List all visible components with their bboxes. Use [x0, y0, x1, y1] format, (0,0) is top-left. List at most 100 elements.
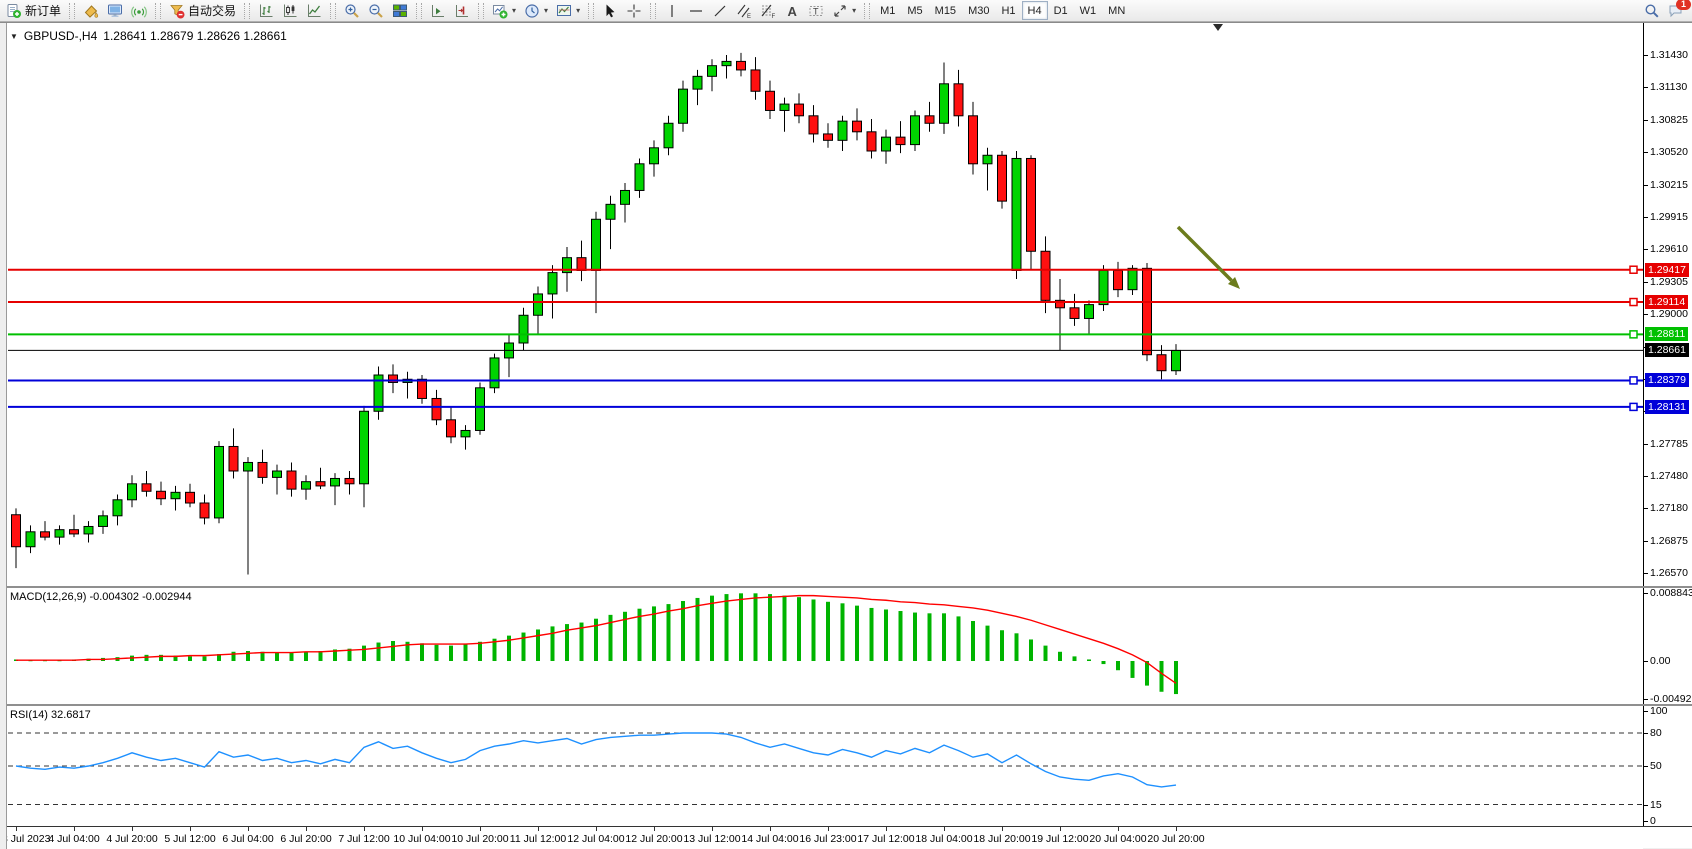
chart-shift-button[interactable] [450, 0, 474, 22]
price-level-badge: 1.28661 [1645, 343, 1689, 357]
price-axis-tick [1644, 541, 1648, 542]
notification-count-badge: 1 [1676, 0, 1691, 10]
time-axis-tick [770, 827, 771, 831]
time-axis[interactable]: 3 Jul 20234 Jul 04:004 Jul 20:005 Jul 12… [0, 827, 1643, 849]
cursor-button[interactable] [598, 0, 622, 22]
auto-trading-button[interactable]: 自动交易 [165, 0, 240, 22]
zoom-out-button[interactable] [364, 0, 388, 22]
svg-text:E: E [747, 14, 751, 19]
notifications-button[interactable]: 1 [1664, 0, 1688, 22]
time-axis-label: 4 Jul 04:00 [48, 833, 99, 845]
crosshair-button[interactable] [622, 0, 646, 22]
price-level-badge: 1.28379 [1645, 373, 1689, 387]
rsi-pane[interactable]: RSI(14) 32.6817 [0, 706, 1643, 826]
timeframe-button-m30[interactable]: M30 [962, 1, 995, 20]
time-axis-label: 20 Jul 04:00 [1089, 833, 1146, 845]
new-order-icon [6, 3, 22, 19]
price-chart[interactable] [0, 23, 1643, 586]
main-price-pane[interactable]: ▼ GBPUSD-,H4 1.28641 1.28679 1.28626 1.2… [0, 23, 1643, 586]
price-axis-tick-label: 1.30520 [1650, 146, 1688, 158]
time-axis-tick [1060, 827, 1061, 831]
arrows-button[interactable]: ▾ [828, 0, 860, 22]
chart-dropdown-icon[interactable]: ▼ [10, 32, 18, 41]
zoom-in-icon [344, 3, 360, 19]
equidistant-channel-button[interactable]: E [732, 0, 756, 22]
fibonacci-button[interactable]: F [756, 0, 780, 22]
time-axis-tick [1118, 827, 1119, 831]
price-axis-tick-label: 1.27180 [1650, 502, 1688, 514]
time-axis-label: 14 Jul 04:00 [741, 833, 798, 845]
new-order-button-label: 新订单 [25, 2, 61, 19]
timeframe-button-m15[interactable]: M15 [929, 1, 962, 20]
time-axis-tick [538, 827, 539, 831]
rsi-axis-tick [1644, 733, 1648, 734]
price-axis-tick [1644, 444, 1648, 445]
tile-windows-button[interactable] [388, 0, 412, 22]
price-axis-tick [1644, 476, 1648, 477]
chart-shift-marker[interactable] [1213, 24, 1223, 31]
pane-separator[interactable] [0, 704, 1692, 706]
price-axis[interactable]: 1.314301.311301.308251.305201.302151.299… [1644, 23, 1692, 849]
signals-button[interactable] [127, 0, 151, 22]
time-axis-label: 20 Jul 20:00 [1147, 833, 1204, 845]
trendline-button[interactable] [708, 0, 732, 22]
auto-scroll-icon [430, 3, 446, 19]
time-axis-tick [422, 827, 423, 831]
price-level-badge: 1.29114 [1645, 295, 1688, 309]
price-axis-tick [1644, 217, 1648, 218]
vline-icon [664, 3, 680, 19]
auto-trading-button-label: 自动交易 [188, 2, 236, 19]
rsi-axis-tick-label: 0 [1650, 815, 1656, 827]
time-axis-label: 12 Jul 04:00 [567, 833, 624, 845]
search-button[interactable] [1640, 0, 1664, 22]
timeframe-button-h4[interactable]: H4 [1022, 1, 1048, 20]
bar-chart-button[interactable] [254, 0, 278, 22]
horizontal-line-button[interactable] [684, 0, 708, 22]
timeframe-button-d1[interactable]: D1 [1048, 1, 1074, 20]
price-axis-tick-label: 1.27785 [1650, 438, 1688, 450]
indicators-button[interactable]: ▾ [488, 0, 520, 22]
candle-chart-button[interactable] [278, 0, 302, 22]
time-axis-line [0, 826, 1692, 827]
price-axis-tick [1644, 185, 1648, 186]
pane-separator[interactable] [0, 586, 1692, 588]
timeframe-button-m5[interactable]: M5 [901, 1, 928, 20]
price-axis-tick [1644, 120, 1648, 121]
macd-chart[interactable] [0, 588, 1643, 704]
indicators-icon [492, 3, 508, 19]
timeframe-button-mn[interactable]: MN [1102, 1, 1131, 20]
new-order-button[interactable]: 新订单 [2, 0, 65, 22]
terminal-button[interactable] [103, 0, 127, 22]
templates-button[interactable]: ▾ [552, 0, 584, 22]
dropdown-caret-icon: ▾ [576, 6, 580, 15]
price-axis-tick-label: 1.30825 [1650, 114, 1688, 126]
time-axis-label: 5 Jul 12:00 [164, 833, 215, 845]
text-button[interactable]: A [780, 0, 804, 22]
rsi-chart[interactable] [0, 706, 1643, 826]
time-axis-tick [306, 827, 307, 831]
time-axis-tick [886, 827, 887, 831]
timeframe-button-m1[interactable]: M1 [874, 1, 901, 20]
periods-button[interactable]: ▾ [520, 0, 552, 22]
time-axis-label: 11 Jul 12:00 [510, 833, 566, 845]
time-axis-label: 18 Jul 04:00 [915, 833, 972, 845]
styler-button[interactable] [79, 0, 103, 22]
time-axis-label: 6 Jul 04:00 [222, 833, 273, 845]
macd-pane[interactable]: MACD(12,26,9) -0.004302 -0.002944 [0, 588, 1643, 704]
timeframe-button-w1[interactable]: W1 [1074, 1, 1103, 20]
zoom-in-button[interactable] [340, 0, 364, 22]
vertical-line-button[interactable] [660, 0, 684, 22]
fibo-icon: F [760, 3, 776, 19]
price-axis-tick [1644, 314, 1648, 315]
line-chart-button[interactable] [302, 0, 326, 22]
time-axis-tick [16, 827, 17, 831]
timeframe-button-h1[interactable]: H1 [995, 1, 1021, 20]
price-axis-tick [1644, 249, 1648, 250]
time-axis-tick [596, 827, 597, 831]
price-axis-tick-label: 1.26875 [1650, 535, 1688, 547]
text-icon: A [784, 3, 800, 19]
price-axis-tick [1644, 282, 1648, 283]
time-axis-tick [364, 827, 365, 831]
text-label-button[interactable]: T [804, 0, 828, 22]
auto-scroll-button[interactable] [426, 0, 450, 22]
